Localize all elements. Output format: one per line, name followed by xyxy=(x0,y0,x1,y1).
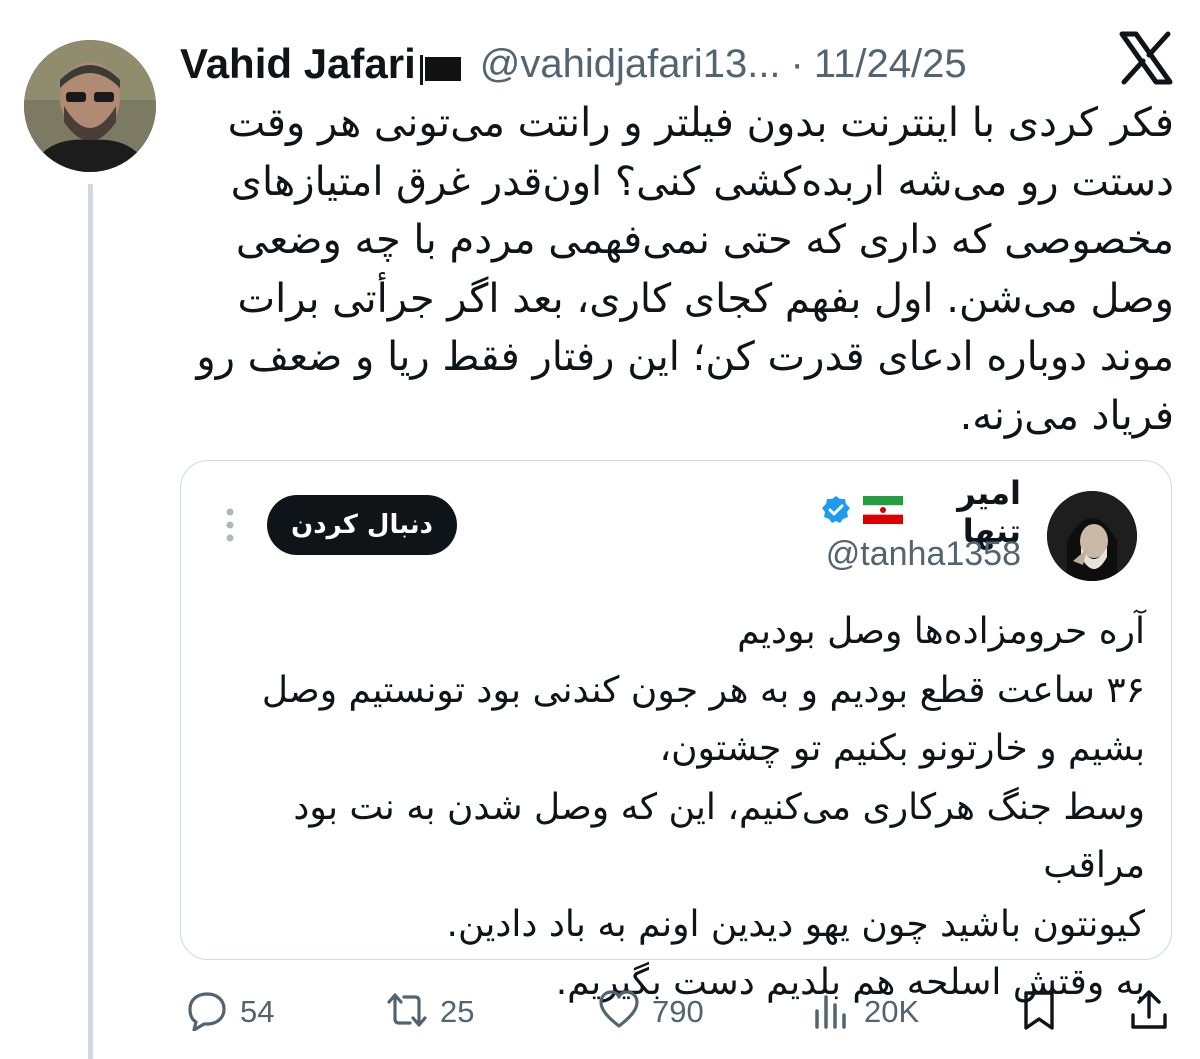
repost-count: 25 xyxy=(440,994,475,1029)
quote-author-handle[interactable]: @tanha1358 xyxy=(781,535,1021,574)
x-logo[interactable] xyxy=(1118,30,1174,86)
author-handle[interactable]: @vahidjafari13... xyxy=(480,42,781,87)
views-icon xyxy=(810,989,852,1035)
views-button[interactable]: 20K xyxy=(810,986,919,1038)
quote-name-row: امیر تنها xyxy=(821,474,1021,550)
tweet-header: Vahid Jafari @vahidjafari13... · 11/24/2… xyxy=(180,36,967,92)
like-button[interactable]: 790 xyxy=(598,986,704,1038)
views-count: 20K xyxy=(864,994,920,1029)
tweet-date[interactable]: 11/24/25 xyxy=(814,42,967,87)
quote-author-avatar[interactable] xyxy=(1047,491,1137,581)
author-avatar[interactable] xyxy=(24,40,156,172)
quote-text: آره حرومزاده‌ها وصل بودیم ۳۶ ساعت قطع بو… xyxy=(261,611,1145,1003)
repost-button[interactable]: 25 xyxy=(386,986,474,1038)
more-options-icon[interactable] xyxy=(225,507,235,543)
share-icon xyxy=(1128,989,1170,1035)
quoted-tweet[interactable]: دنبال کردن امیر تنها @tanha1358 آره حروم… xyxy=(180,460,1172,1003)
iran-flag-icon xyxy=(863,496,903,528)
share-button[interactable] xyxy=(1128,986,1170,1038)
bookmark-icon xyxy=(1018,989,1060,1035)
reply-count: 54 xyxy=(240,994,275,1029)
bookmark-button[interactable] xyxy=(1018,986,1060,1038)
reply-icon xyxy=(186,989,228,1035)
separator-dot: · xyxy=(790,41,804,86)
action-bar: 54 25 790 20K xyxy=(180,986,1174,1038)
thread-line xyxy=(88,184,93,1059)
black-flag-icon xyxy=(419,49,462,85)
verified-badge-icon xyxy=(821,495,851,529)
like-count: 790 xyxy=(652,994,704,1029)
heart-icon xyxy=(598,989,640,1035)
follow-button[interactable]: دنبال کردن xyxy=(267,495,457,555)
reply-button[interactable]: 54 xyxy=(186,986,274,1038)
tweet-text: فکر کردی با اینترنت بدون فیلتر و رانتت م… xyxy=(196,100,1174,439)
repost-icon xyxy=(386,989,428,1035)
author-name[interactable]: Vahid Jafari xyxy=(180,40,416,88)
